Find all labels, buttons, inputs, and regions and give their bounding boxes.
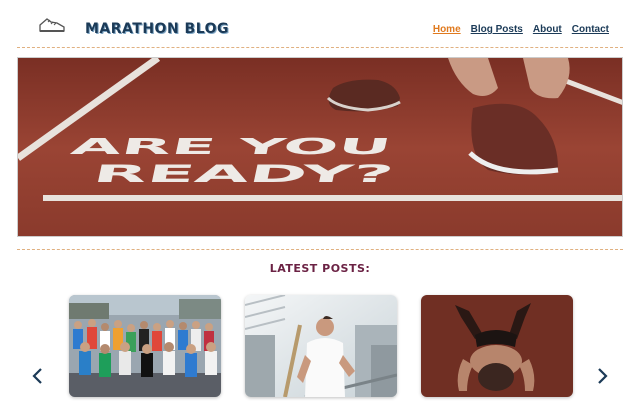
section-divider bbox=[17, 249, 623, 250]
latest-posts-title: LATEST POSTS: bbox=[269, 262, 371, 275]
post-image-resting-runner bbox=[421, 295, 573, 397]
hero-line-2: READY? bbox=[90, 159, 396, 188]
post-image-runners-crowd bbox=[69, 295, 221, 397]
nav-contact-link[interactable]: Contact bbox=[572, 24, 609, 35]
site-title[interactable]: MARATHON BLOG bbox=[85, 21, 229, 37]
post-card-runner-bridge[interactable] bbox=[245, 295, 397, 397]
post-image-runner-bridge bbox=[245, 295, 397, 397]
nav-about-link[interactable]: About bbox=[533, 24, 562, 35]
hero-image: ARE YOU READY? bbox=[18, 58, 622, 236]
running-shoe-icon[interactable] bbox=[37, 11, 67, 37]
site-header: MARATHON BLOG Home Blog Posts About Cont… bbox=[17, 8, 623, 48]
chevron-right-icon[interactable] bbox=[596, 366, 610, 386]
post-card-marathon-crowd[interactable] bbox=[69, 295, 221, 397]
nav-blog-posts-link[interactable]: Blog Posts bbox=[471, 24, 523, 35]
post-card-resting-runner[interactable] bbox=[421, 295, 573, 397]
nav-home-link[interactable]: Home bbox=[433, 24, 461, 35]
hero-line-1: ARE YOU bbox=[68, 134, 393, 160]
chevron-left-icon[interactable] bbox=[30, 366, 44, 386]
main-nav: Home Blog Posts About Contact bbox=[433, 24, 609, 35]
hero-banner: ARE YOU READY? bbox=[17, 57, 623, 237]
